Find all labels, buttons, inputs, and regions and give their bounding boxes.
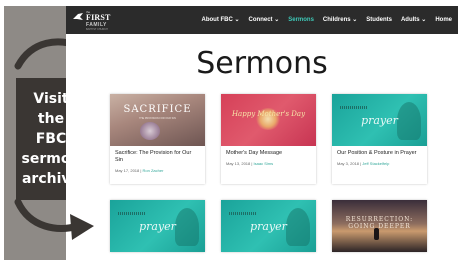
sermon-thumbnail[interactable]: prayer: [332, 94, 427, 146]
thumbnail-subtitle: THE PROVISION FOR OUR SIN: [139, 117, 176, 120]
sermon-title[interactable]: Mother's Day Message: [226, 150, 311, 157]
sermon-date: May 13, 2018 |: [226, 161, 253, 166]
website-screenshot: the FIRST FAMILY BAPTIST CHURCH About FB…: [66, 6, 458, 260]
sermon-card[interactable]: SACRIFICE THE PROVISION FOR OUR SIN Sacr…: [110, 94, 205, 184]
sermon-card[interactable]: prayer: [221, 200, 316, 252]
sermon-meta: May 17, 2018 | Ron Zacher: [115, 168, 200, 174]
sermon-thumbnail[interactable]: prayer: [110, 200, 205, 252]
sermon-thumbnail[interactable]: RESURRECTION: GOING DEEPER: [332, 200, 427, 252]
decorative-bar: [118, 212, 146, 215]
rose-image: [140, 122, 160, 140]
decorative-bar: [340, 106, 368, 109]
card-body: Mother's Day Message May 13, 2018 | Isaa…: [221, 146, 316, 184]
sermon-meta: May 13, 2018 | Isaac Sims: [226, 161, 311, 167]
thumbnail-title: prayer: [139, 220, 176, 233]
sermon-title[interactable]: Our Position & Posture in Prayer: [337, 150, 422, 157]
sermon-date: May 3, 2018 |: [337, 161, 362, 166]
sermon-card[interactable]: prayer: [110, 200, 205, 252]
sermon-card[interactable]: Happy Mother's Day Mother's Day Message …: [221, 94, 316, 184]
promo-line: Visit: [33, 91, 69, 107]
screenshot-frame: Visit the FBC sermon archive the FIRST F…: [0, 0, 460, 263]
card-body: Our Position & Posture in Prayer May 3, …: [332, 146, 427, 184]
thumbnail-title: prayer: [250, 220, 287, 233]
sermon-date: May 17, 2018 |: [115, 168, 142, 173]
thumbnail-title: SACRIFICE: [123, 104, 192, 115]
sermon-card[interactable]: prayer Our Position & Posture in Prayer …: [332, 94, 427, 184]
sermon-title[interactable]: Sacrifice: The Provision for Our Sin: [115, 150, 200, 164]
sermon-thumbnail[interactable]: SACRIFICE THE PROVISION FOR OUR SIN: [110, 94, 205, 146]
sermon-meta: May 3, 2018 | Jeff Stackelfelp: [337, 161, 422, 167]
promo-line: FBC: [35, 131, 67, 147]
sermon-card[interactable]: RESURRECTION: GOING DEEPER: [332, 200, 427, 252]
promo-line: the: [37, 111, 65, 127]
thumbnail-title: Happy Mother's Day: [231, 110, 306, 118]
sermon-author[interactable]: Ron Zacher: [143, 168, 164, 173]
sermon-grid: SACRIFICE THE PROVISION FOR OUR SIN Sacr…: [66, 6, 458, 260]
sermon-thumbnail[interactable]: prayer: [221, 200, 316, 252]
arrow-right-icon: [14, 198, 94, 240]
thumbnail-title: RESURRECTION: GOING DEEPER: [345, 216, 414, 230]
sermon-author[interactable]: Jeff Stackelfelp: [362, 161, 389, 166]
sermon-author[interactable]: Isaac Sims: [254, 161, 274, 166]
decorative-bar: [229, 212, 257, 215]
card-body: Sacrifice: The Provision for Our Sin May…: [110, 146, 205, 184]
sermon-thumbnail[interactable]: Happy Mother's Day: [221, 94, 316, 146]
silhouette-figure: [374, 228, 379, 240]
thumbnail-title: prayer: [361, 114, 398, 127]
